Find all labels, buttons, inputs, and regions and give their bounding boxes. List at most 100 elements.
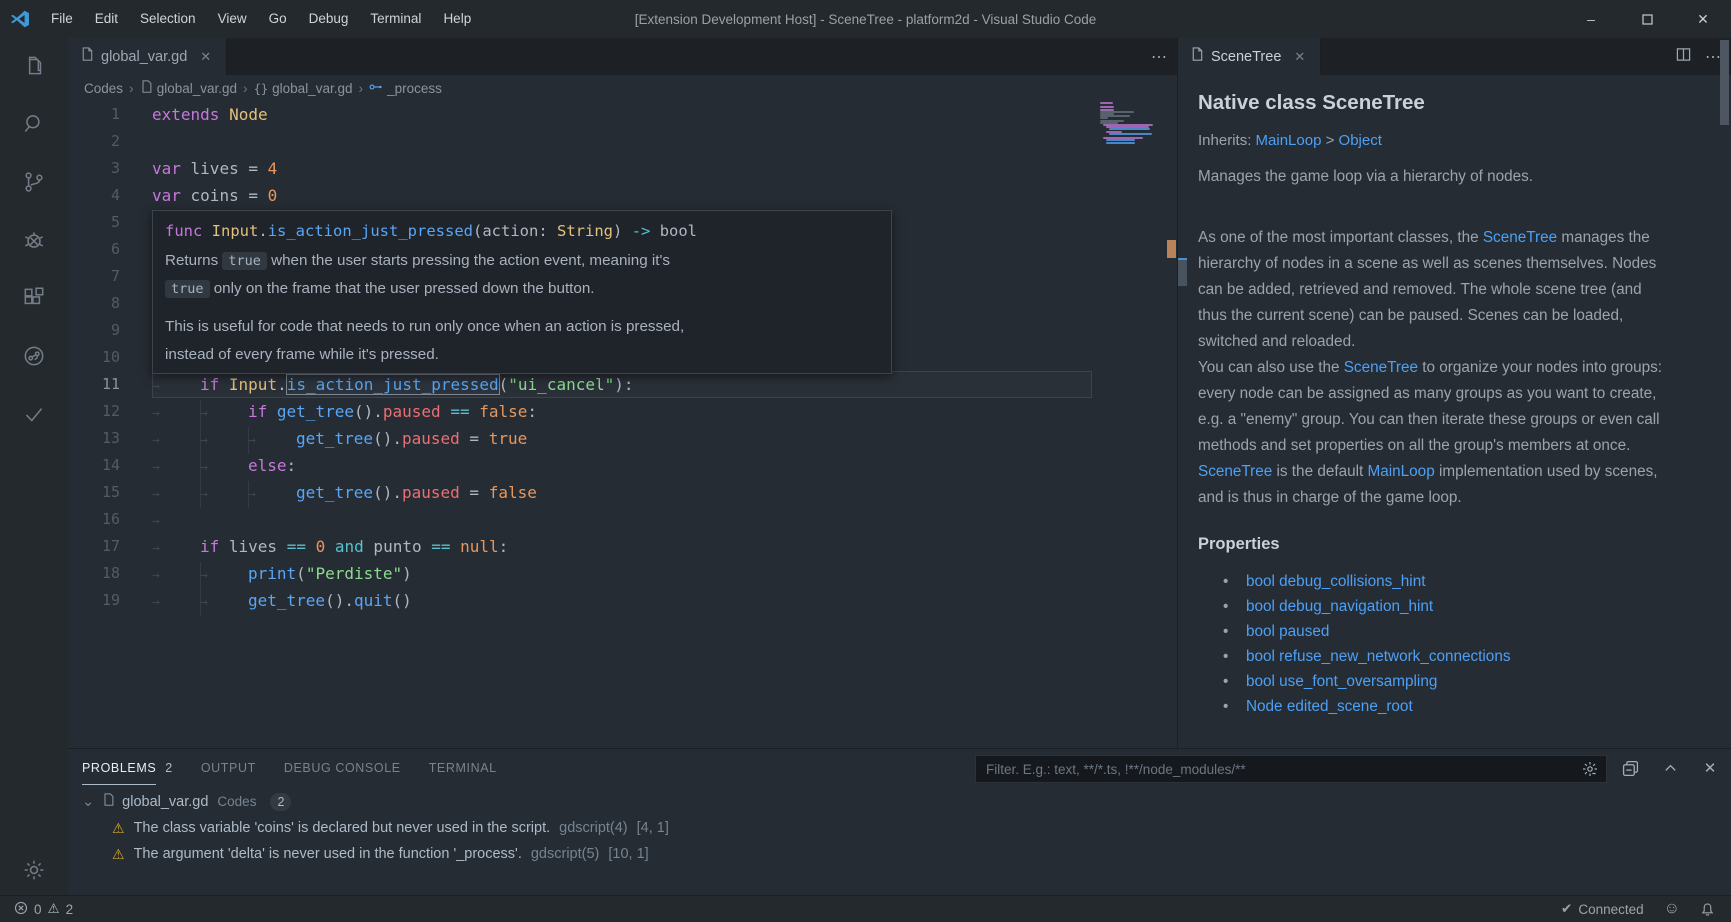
- line-number[interactable]: 7: [68, 263, 136, 290]
- code-line-2[interactable]: [152, 128, 1092, 155]
- line-number[interactable]: 9: [68, 317, 136, 344]
- panel-tab-problems[interactable]: PROBLEMS2: [82, 749, 173, 787]
- split-editor-icon[interactable]: [1676, 47, 1691, 67]
- line-number[interactable]: 12: [68, 398, 136, 425]
- tab-whitespace: →: [152, 427, 200, 454]
- run-debug-icon[interactable]: [0, 214, 68, 266]
- settings-gear-icon[interactable]: [0, 844, 68, 896]
- tab-whitespace: →: [152, 589, 200, 616]
- filter-gear-icon[interactable]: [1582, 761, 1606, 777]
- line-number[interactable]: 19: [68, 587, 136, 614]
- close-tab-icon[interactable]: ✕: [1291, 47, 1308, 67]
- doc-link-mainloop[interactable]: MainLoop: [1368, 463, 1435, 480]
- line-number[interactable]: 5: [68, 209, 136, 236]
- chevron-up-icon[interactable]: [1658, 761, 1682, 776]
- doc-link-mainloop[interactable]: MainLoop: [1256, 132, 1322, 149]
- explorer-icon[interactable]: [0, 40, 68, 92]
- code-line-15[interactable]: →→→get_tree().paused = false: [152, 479, 1092, 506]
- property-link[interactable]: bool refuse_new_network_connections: [1246, 648, 1510, 665]
- property-link[interactable]: bool debug_collisions_hint: [1246, 573, 1425, 590]
- code-line-3[interactable]: var lives = 4: [152, 155, 1092, 182]
- line-number[interactable]: 16: [68, 506, 136, 533]
- line-number[interactable]: 3: [68, 155, 136, 182]
- code-line-1[interactable]: extends Node: [152, 101, 1092, 128]
- line-number[interactable]: 18: [68, 560, 136, 587]
- more-actions-icon[interactable]: ⋯: [1151, 47, 1167, 67]
- code-line-12[interactable]: →→if get_tree().paused == false:: [152, 398, 1092, 425]
- tab-whitespace: →: [152, 508, 200, 535]
- code-line-13[interactable]: →→→get_tree().paused = true: [152, 425, 1092, 452]
- tab-label: SceneTree: [1211, 49, 1281, 65]
- breadcrumb-item[interactable]: _process: [369, 81, 442, 96]
- smiley-icon[interactable]: ☺: [1664, 900, 1680, 918]
- property-link[interactable]: bool debug_navigation_hint: [1246, 598, 1433, 615]
- panel-tab-terminal[interactable]: TERMINAL: [429, 749, 497, 787]
- close-panel-icon[interactable]: ✕: [1698, 759, 1722, 777]
- panel-tab-debug-console[interactable]: DEBUG CONSOLE: [284, 749, 401, 787]
- tab-scenetree[interactable]: SceneTree ✕: [1178, 38, 1321, 75]
- property-link[interactable]: bool use_font_oversampling: [1246, 673, 1437, 690]
- code-line-17[interactable]: →if lives == 0 and punto == null:: [152, 533, 1092, 560]
- code-line-14[interactable]: →→else:: [152, 452, 1092, 479]
- problems-file-group[interactable]: ⌄global_var.gdCodes2: [68, 789, 1731, 814]
- code-line-18[interactable]: →→print("Perdiste"): [152, 560, 1092, 587]
- line-number[interactable]: 4: [68, 182, 136, 209]
- breadcrumb-item[interactable]: {}global_var.gd: [254, 81, 353, 96]
- menu-item-selection[interactable]: Selection: [129, 0, 207, 38]
- close-tab-icon[interactable]: ✕: [197, 47, 214, 67]
- code-line-19[interactable]: →→get_tree().quit(): [152, 587, 1092, 614]
- line-number[interactable]: 8: [68, 290, 136, 317]
- menu-item-debug[interactable]: Debug: [298, 0, 360, 38]
- code-line-16[interactable]: →: [152, 506, 1092, 533]
- godot-tools-icon[interactable]: [0, 330, 68, 382]
- menu-item-help[interactable]: Help: [432, 0, 482, 38]
- line-number[interactable]: 17: [68, 533, 136, 560]
- extensions-icon[interactable]: [0, 272, 68, 324]
- source-control-icon[interactable]: [0, 156, 68, 208]
- bell-icon[interactable]: [1700, 902, 1715, 917]
- filter-input[interactable]: [976, 762, 1582, 777]
- connection-status[interactable]: ✔ Connected: [1561, 901, 1644, 917]
- file-icon: [80, 47, 94, 66]
- problems-status[interactable]: 0 ⚠ 2: [14, 901, 73, 918]
- code-line-4[interactable]: var coins = 0: [152, 182, 1092, 209]
- line-number[interactable]: 6: [68, 236, 136, 263]
- menu-item-go[interactable]: Go: [258, 0, 298, 38]
- line-number[interactable]: 10: [68, 344, 136, 371]
- panel-tab-output[interactable]: OUTPUT: [201, 749, 256, 787]
- breadcrumb-item[interactable]: Codes: [84, 81, 123, 96]
- property-link[interactable]: bool paused: [1246, 623, 1329, 640]
- line-number[interactable]: 14: [68, 452, 136, 479]
- line-number[interactable]: 1: [68, 101, 136, 128]
- minimap[interactable]: [1100, 102, 1152, 192]
- line-number[interactable]: 13: [68, 425, 136, 452]
- doc-link-scenetree[interactable]: SceneTree: [1483, 229, 1557, 246]
- more-actions-icon[interactable]: ⋯: [1705, 47, 1721, 67]
- chevron-down-icon[interactable]: ⌄: [82, 794, 94, 810]
- doc-link-scenetree[interactable]: SceneTree: [1198, 463, 1272, 480]
- search-icon[interactable]: [0, 98, 68, 150]
- code-line-11[interactable]: →if Input.is_action_just_pressed("ui_can…: [152, 371, 1092, 398]
- close-window-button[interactable]: ✕: [1675, 0, 1731, 38]
- tab-global-var-gd[interactable]: global_var.gd ✕: [68, 38, 227, 75]
- menu-item-view[interactable]: View: [207, 0, 258, 38]
- breadcrumb-item[interactable]: global_var.gd: [140, 80, 237, 97]
- menu-item-file[interactable]: File: [40, 0, 84, 38]
- menu-item-terminal[interactable]: Terminal: [359, 0, 432, 38]
- line-number[interactable]: 2: [68, 128, 136, 155]
- line-number[interactable]: 11: [68, 371, 136, 398]
- doc-link-object[interactable]: Object: [1339, 132, 1382, 149]
- problem-row[interactable]: ⚠The class variable 'coins' is declared …: [68, 815, 1731, 841]
- doc-link-scenetree[interactable]: SceneTree: [1344, 359, 1418, 376]
- docs-scrollbar[interactable]: [1720, 40, 1729, 125]
- minimize-button[interactable]: –: [1563, 0, 1619, 38]
- property-link[interactable]: Node edited_scene_root: [1246, 698, 1413, 715]
- menu-item-edit[interactable]: Edit: [84, 0, 129, 38]
- maximize-button[interactable]: [1619, 0, 1675, 38]
- sash-indicator[interactable]: [1178, 258, 1187, 286]
- file-problems-count: 2: [270, 793, 291, 811]
- problem-row[interactable]: ⚠The argument 'delta' is never used in t…: [68, 841, 1731, 867]
- testing-icon[interactable]: [0, 388, 68, 440]
- line-number[interactable]: 15: [68, 479, 136, 506]
- collapse-all-icon[interactable]: [1618, 760, 1642, 777]
